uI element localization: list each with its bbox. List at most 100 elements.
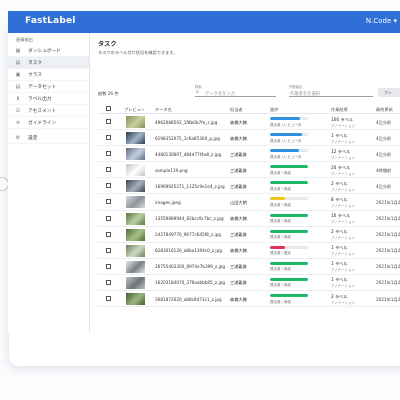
row-checkbox[interactable]: [106, 231, 111, 237]
data-name-cell[interactable]: 4480130607_d84d77f4e8_z.jpg: [155, 152, 221, 157]
preview-thumbnail[interactable]: [126, 260, 145, 273]
data-name-cell[interactable]: 16969925271_1125c9e1e4_z.jpg: [155, 184, 225, 189]
table-row[interactable]: images.jpeg 山田大朗 提出済 / 承認 8 ラベル アノテーション 2021年…: [98, 194, 400, 211]
data-name-cell[interactable]: 6198352075_1c6a85300_p.jpg: [155, 136, 220, 141]
data-name-cell[interactable]: 13559889944_82bcc9c7bc_z.jpg: [155, 216, 224, 221]
preview-thumbnail[interactable]: [126, 228, 145, 241]
progress-bar-fill: [270, 294, 308, 298]
data-name-cell[interactable]: 6283016120_a8ba1394c0_z.jpg: [155, 248, 222, 253]
row-checkbox[interactable]: [106, 263, 111, 269]
row-checkbox[interactable]: [106, 199, 111, 205]
label-count: 2 ラベル: [331, 293, 348, 299]
table-row[interactable]: 4480130607_d84d77f4e8_z.jpg 三浦義美 提出済 / レビュ…: [98, 146, 400, 163]
data-name-cell[interactable]: 3081872020_a88c8473c1_z.jpg: [155, 297, 222, 302]
column-header-progress[interactable]: 進捗: [270, 107, 278, 113]
sidebar-item-download[interactable]: ⬇ ラベル出力: [8, 93, 89, 105]
progress-bar: [270, 245, 308, 249]
select-all-checkbox[interactable]: [106, 106, 111, 111]
result-cell: 1 ラベル アノテーション: [331, 277, 355, 289]
table-row[interactable]: 2427849770_9677c645f8_z.jpg 三浦義美 提出済 / 承認 2…: [98, 227, 400, 243]
table-row[interactable]: 16969925271_1125c9e1e4_z.jpg 三浦義美 提出済 / 承認…: [98, 178, 400, 195]
preview-thumbnail[interactable]: [126, 276, 145, 289]
table-row[interactable]: 26755403300_8974e7b399_z.jpg 三浦義美 提出済 / 承認…: [98, 259, 400, 275]
updated-cell: 2021年1月25日: [376, 248, 400, 254]
result-type: アノテーション: [331, 155, 356, 160]
result-type: アノテーション: [331, 236, 356, 241]
preview-thumbnail[interactable]: [126, 293, 145, 306]
data-name-cell[interactable]: sample119.png: [155, 168, 188, 173]
preview-thumbnail[interactable]: [126, 116, 145, 128]
data-name-cell[interactable]: images.jpeg: [155, 200, 181, 205]
data-name-cell[interactable]: 2427849770_9677c645f8_z.jpg: [155, 232, 221, 237]
preview-thumbnail[interactable]: [126, 164, 145, 177]
data-name-cell[interactable]: 26755403300_8974e7b399_z.jpg: [155, 264, 225, 269]
sidebar-item-dashboard[interactable]: ▦ ダッシュボード: [8, 45, 89, 57]
row-checkbox[interactable]: [106, 215, 111, 221]
updated-cell: 4日分前: [376, 183, 392, 189]
search-icon: ⌕: [196, 89, 199, 95]
sidebar: 画像検出 ▦ ダッシュボード ▤ タスク ▣ クラス ▤ データセット ⬇ ラベル出力 ☑ アセスメン…: [8, 33, 90, 333]
row-checkbox[interactable]: [106, 247, 111, 253]
preview-thumbnail[interactable]: [126, 212, 145, 225]
table-row[interactable]: 3081872020_a88c8473c1_z.jpg 森橋大輔 提出済 / 承認 2…: [98, 291, 400, 308]
data-name-cell[interactable]: 4962088502_1f8b0b7fe_z.jpg: [155, 120, 217, 125]
row-checkbox[interactable]: [106, 119, 111, 124]
row-checkbox[interactable]: [106, 279, 111, 285]
progress-bar: [270, 229, 308, 233]
column-header-updated[interactable]: 最終更新: [376, 107, 393, 113]
progress-cell: 提出済 / レビュー中: [270, 117, 310, 128]
table-row[interactable]: 16203184070_376aabbb05_z.jpg 三浦義美 提出済 / 承認…: [98, 275, 400, 292]
task-count: 総数 26 件: [98, 91, 119, 96]
label-count: 106 ラベル: [331, 116, 353, 122]
status-text: 提出済 / 承認: [270, 202, 291, 207]
filter-button[interactable]: フィ: [378, 88, 400, 97]
search-input[interactable]: ⌕ データ名を入力: [195, 89, 276, 97]
column-header-name[interactable]: データ名: [155, 107, 172, 113]
preview-thumbnail[interactable]: [126, 180, 145, 193]
sidebar-item-assessment[interactable]: ☑ アセスメント: [8, 105, 89, 117]
progress-bar-fill: [270, 261, 308, 265]
progress-cell: 提出済 / 承認: [270, 181, 310, 192]
table-row[interactable]: 13559889944_82bcc9c7bc_z.jpg 森橋大輔 提出済 / 承認…: [98, 211, 400, 227]
row-checkbox[interactable]: [106, 296, 111, 302]
main-content: タスク タスクのラベル付け状況を確認できます。 検索 ⌕ データ名を入力 作業者…: [91, 33, 400, 333]
preview-thumbnail[interactable]: [126, 132, 145, 145]
updated-cell: 4時間前: [376, 167, 392, 173]
column-header-assignee[interactable]: 担当者: [230, 107, 243, 113]
app-logo[interactable]: FastLabel: [25, 16, 76, 26]
result-cell: 20 ラベル アノテーション: [331, 165, 355, 177]
sidebar-item-dataset[interactable]: ▤ データセット: [8, 81, 89, 93]
sidebar-item-class[interactable]: ▣ クラス: [8, 69, 89, 81]
progress-bar-fill: [270, 133, 303, 137]
status-text: 提出済 / 承認: [270, 283, 291, 288]
preview-thumbnail[interactable]: [126, 196, 145, 209]
table-row[interactable]: 4962088502_1f8b0b7fe_z.jpg 森橋大輔 提出済 / レビュー…: [98, 114, 400, 131]
column-header-preview[interactable]: プレビュー: [124, 107, 145, 113]
sidebar-item-guideline[interactable]: ≡ ガイドライン: [8, 117, 89, 129]
preview-thumbnail[interactable]: [126, 148, 145, 161]
status-text: 提出済 / 承認: [270, 267, 291, 272]
progress-bar-fill: [270, 197, 286, 201]
row-checkbox[interactable]: [106, 135, 111, 141]
sidebar-item-settings[interactable]: ⚙ 設定: [8, 132, 89, 144]
sidebar-item-task[interactable]: ▤ タスク: [8, 57, 89, 69]
status-text: 提出済 / レビュー中: [270, 122, 302, 127]
page-title: タスク: [98, 41, 117, 48]
result-type: アノテーション: [331, 284, 356, 289]
progress-bar: [270, 213, 308, 217]
row-checkbox[interactable]: [106, 151, 111, 157]
row-checkbox[interactable]: [106, 183, 111, 189]
label-count: 20 ラベル: [331, 164, 351, 170]
table-row[interactable]: sample119.png 三浦義美 提出済 / 承認 20 ラベル アノテーション 4時…: [98, 162, 400, 179]
assignee-filter-select[interactable]: 作業者名を選択: [289, 89, 373, 97]
table-row[interactable]: 6198352075_1c6a85300_p.jpg 森橋大輔 提出済 / レビュー…: [98, 130, 400, 147]
result-cell: 1 ラベル アノテーション: [331, 261, 355, 273]
preview-thumbnail[interactable]: [126, 244, 145, 257]
column-header-result[interactable]: 作業結果: [331, 107, 348, 113]
table-row[interactable]: 6283016120_a8ba1394c0_z.jpg 森橋大輔 提出済 / 差戻 1…: [98, 243, 400, 259]
data-name-cell[interactable]: 16203184070_376aabbb05_z.jpg: [155, 280, 225, 285]
row-checkbox[interactable]: [106, 167, 111, 173]
progress-cell: 提出済 / レビュー中: [270, 133, 310, 144]
account-menu[interactable]: N.Code ▾: [366, 17, 397, 25]
progress-bar: [270, 261, 308, 265]
